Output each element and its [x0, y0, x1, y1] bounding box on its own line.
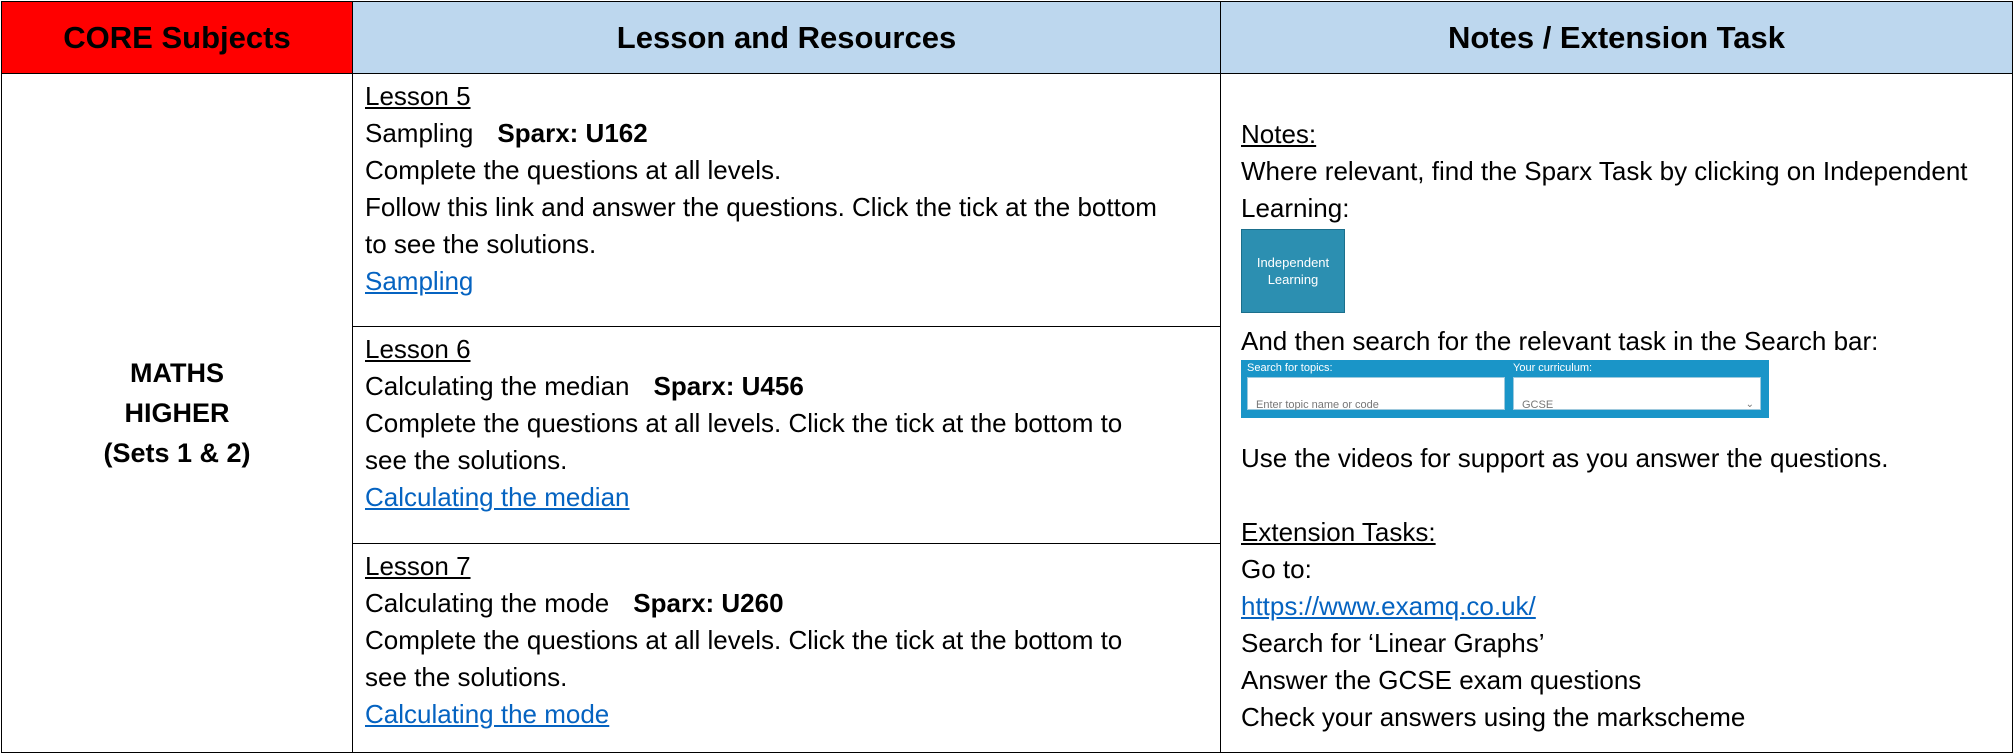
- independent-learning-button[interactable]: Independent Learning: [1241, 229, 1345, 313]
- notes-heading: Notes:: [1241, 119, 1317, 149]
- subject-name: MATHS: [130, 358, 224, 388]
- header-notes-extension: Notes / Extension Task: [1220, 1, 2013, 74]
- extension-goto: Go to:: [1241, 554, 1312, 584]
- lesson-link-median[interactable]: Calculating the median: [365, 482, 630, 512]
- search-topics-placeholder: Enter topic name or code: [1256, 399, 1379, 411]
- notes-cell: Notes: Where relevant, find the Sparx Ta…: [1220, 73, 2013, 753]
- search-topics-input[interactable]: Enter topic name or code: [1247, 377, 1505, 411]
- lesson-topic-line: Sampling Sparx: U162: [365, 115, 1208, 152]
- header-lesson-resources: Lesson and Resources: [352, 1, 1221, 74]
- examq-link[interactable]: https://www.examq.co.uk/: [1241, 591, 1536, 621]
- subject-sets: (Sets 1 & 2): [103, 438, 251, 468]
- header-notes-extension-label: Notes / Extension Task: [1447, 19, 1786, 55]
- curriculum-value: GCSE: [1522, 399, 1554, 411]
- header-core-subjects-label: CORE Subjects: [63, 19, 291, 55]
- lesson-topic-line: Calculating the median Sparx: U456: [365, 368, 1208, 405]
- extension-answer: Answer the GCSE exam questions: [1241, 665, 1642, 695]
- lesson-title: Lesson 5: [365, 81, 471, 111]
- notes-text: Where relevant, find the Sparx Task by c…: [1241, 156, 1968, 186]
- lesson-title: Lesson 7: [365, 551, 471, 581]
- lesson-7-cell: Lesson 7 Calculating the mode Sparx: U260…: [352, 543, 1221, 753]
- lesson-topic: Sampling: [365, 118, 474, 148]
- lesson-instruction: see the solutions.: [365, 445, 568, 475]
- lesson-link-mode[interactable]: Calculating the mode: [365, 699, 609, 729]
- lesson-instruction: Complete the questions at all levels. Cl…: [365, 408, 1123, 438]
- subject-tier: HIGHER: [124, 398, 230, 428]
- extension-heading: Extension Tasks:: [1241, 517, 1436, 547]
- sparx-code: Sparx: U456: [653, 371, 804, 401]
- lesson-instruction: Follow this link and answer the question…: [365, 192, 1157, 222]
- search-topics-label: Search for topics:: [1247, 362, 1333, 374]
- chevron-down-icon: ⌄: [1745, 399, 1754, 410]
- lesson-topic: Calculating the median: [365, 371, 630, 401]
- lesson-instruction: Complete the questions at all levels. Cl…: [365, 625, 1123, 655]
- subject-cell: MATHS HIGHER (Sets 1 & 2): [1, 73, 353, 753]
- curriculum-label: Your curriculum:: [1513, 362, 1593, 374]
- lesson-topic-line: Calculating the mode Sparx: U260: [365, 585, 1208, 622]
- notes-search-instruction: And then search for the relevant task in…: [1241, 326, 1879, 356]
- lesson-5-cell: Lesson 5 Sampling Sparx: U162 Complete th…: [352, 73, 1221, 327]
- lesson-table: CORE Subjects Lesson and Resources Notes…: [1, 1, 2013, 753]
- independent-learning-label: Learning: [1267, 272, 1319, 287]
- header-core-subjects: CORE Subjects: [1, 1, 353, 74]
- lesson-6-cell: Lesson 6 Calculating the median Sparx: U4…: [352, 326, 1221, 544]
- notes-text: Learning:: [1241, 193, 1350, 223]
- lesson-instruction: Complete the questions at all levels.: [365, 155, 782, 185]
- extension-check: Check your answers using the markscheme: [1241, 702, 1746, 732]
- header-lesson-resources-label: Lesson and Resources: [616, 19, 957, 55]
- sparx-code: Sparx: U260: [633, 588, 784, 618]
- sparx-search-bar: Search for topics: Enter topic name or c…: [1241, 360, 1769, 418]
- lesson-topic: Calculating the mode: [365, 588, 610, 618]
- lesson-title: Lesson 6: [365, 334, 471, 364]
- curriculum-select[interactable]: GCSE ⌄: [1513, 377, 1761, 411]
- sparx-code: Sparx: U162: [497, 118, 648, 148]
- notes-videos: Use the videos for support as you answer…: [1241, 443, 1889, 473]
- lesson-link-sampling[interactable]: Sampling: [365, 266, 473, 296]
- lesson-instruction: see the solutions.: [365, 662, 568, 692]
- extension-search: Search for ‘Linear Graphs’: [1241, 628, 1545, 658]
- lesson-instruction: to see the solutions.: [365, 229, 597, 259]
- independent-learning-label: Independent: [1256, 255, 1330, 270]
